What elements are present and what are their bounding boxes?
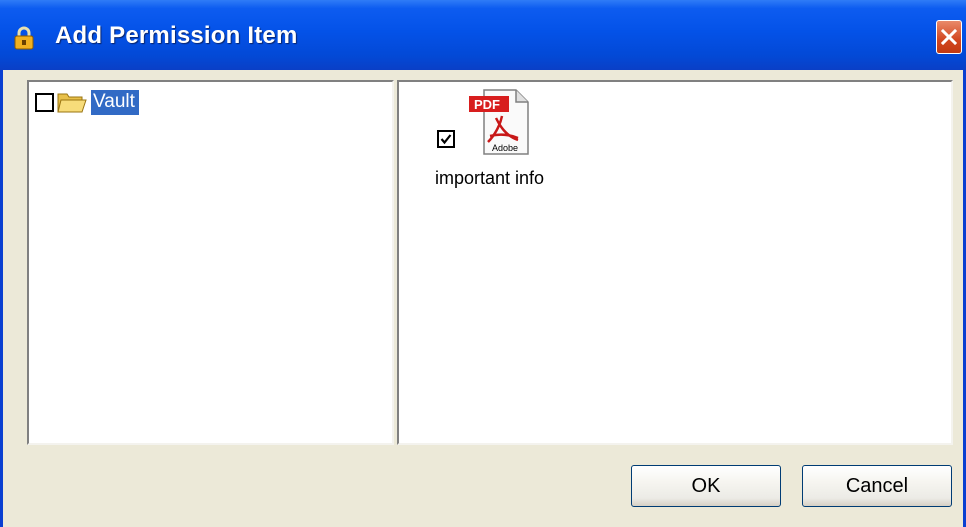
tree-item-vault[interactable]: Vault bbox=[35, 88, 139, 116]
title-bar[interactable]: Add Permission Item bbox=[0, 0, 966, 70]
pdf-file-icon: PDF Adobe bbox=[468, 88, 530, 156]
tree-item-checkbox[interactable] bbox=[35, 92, 54, 112]
folder-tree-pane[interactable]: Vault bbox=[27, 80, 394, 445]
close-icon bbox=[941, 29, 957, 45]
checkmark-icon bbox=[440, 134, 452, 145]
cancel-button[interactable]: Cancel bbox=[802, 465, 952, 507]
file-item-label[interactable]: important info bbox=[435, 168, 544, 189]
pdf-caption-text: Adobe bbox=[492, 143, 518, 153]
close-button[interactable] bbox=[936, 20, 962, 54]
window-title: Add Permission Item bbox=[55, 22, 298, 49]
ok-button[interactable]: OK bbox=[631, 465, 781, 507]
padlock-icon bbox=[13, 26, 35, 50]
tree-item-label[interactable]: Vault bbox=[91, 89, 139, 115]
dialog-window: Add Permission Item Vault PDF Adobe impo… bbox=[0, 0, 966, 527]
file-list-pane[interactable]: PDF Adobe important info bbox=[397, 80, 953, 445]
file-item-checkbox[interactable] bbox=[437, 130, 455, 148]
file-item[interactable]: PDF Adobe important info bbox=[435, 88, 575, 198]
folder-open-icon bbox=[57, 90, 87, 114]
pdf-badge-text: PDF bbox=[474, 97, 500, 112]
dialog-body: Vault PDF Adobe important info OK Cancel bbox=[3, 70, 963, 527]
